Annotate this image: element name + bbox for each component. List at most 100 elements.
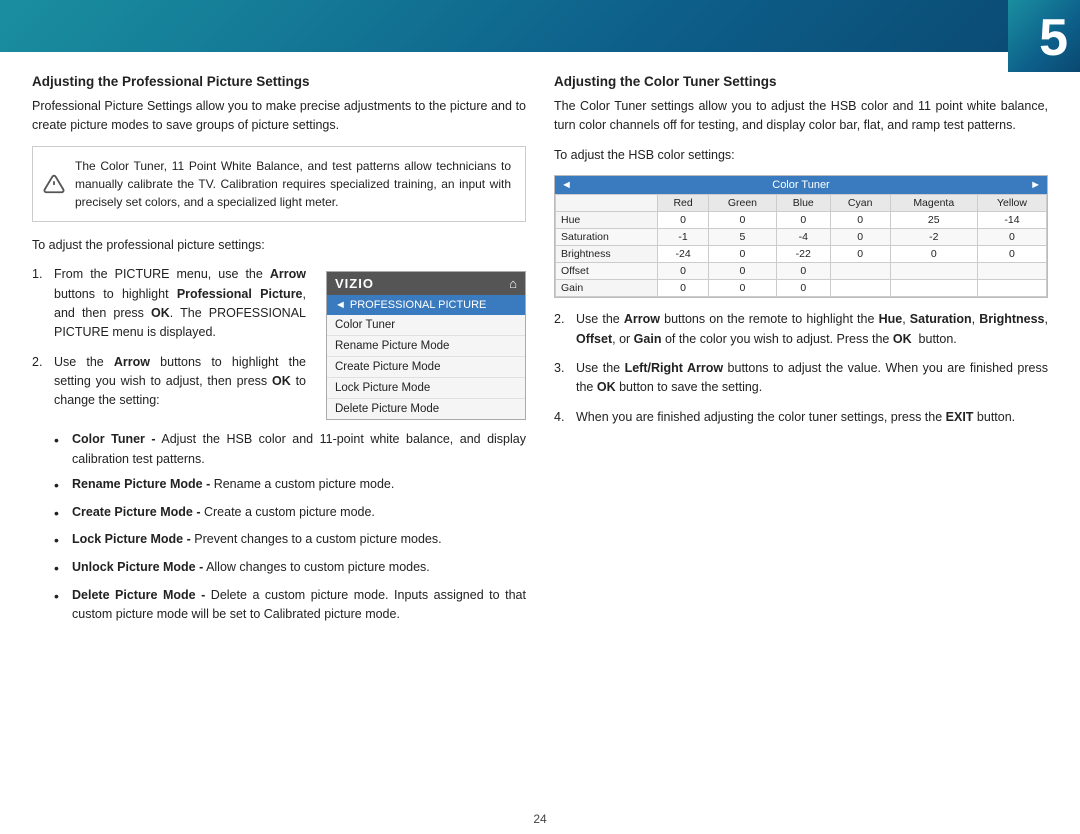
hue-cyan: 0 (830, 212, 890, 229)
row-label-brightness: Brightness (556, 246, 658, 263)
step-1-content: From the PICTURE menu, use the Arrow but… (54, 265, 306, 343)
right-step-num-1: 2. (554, 310, 570, 349)
left-column: Adjusting the Professional Picture Setti… (32, 74, 526, 796)
right-step-2: 3. Use the Left/Right Arrow buttons to a… (554, 359, 1048, 398)
bullet-rename: • Rename Picture Mode - Rename a custom … (54, 475, 526, 497)
bullet-1-content: Color Tuner - Adjust the HSB color and 1… (72, 430, 526, 469)
right-step-num-2: 3. (554, 359, 570, 398)
step-2-content: Use the Arrow buttons to highlight the s… (54, 353, 306, 411)
back-arrow: ◄ (335, 299, 346, 311)
bri-magenta: 0 (890, 246, 977, 263)
col-header-blue: Blue (776, 195, 830, 212)
bullet-dot-6: • (54, 586, 66, 625)
col-header-label (556, 195, 658, 212)
gain-green: 0 (709, 280, 777, 297)
sat-red: -1 (658, 229, 709, 246)
left-intro: Professional Picture Settings allow you … (32, 97, 526, 136)
color-tuner-left-arrow: ◄ (561, 179, 572, 191)
menu-item-1: Color Tuner (327, 315, 525, 336)
col-header-magenta: Magenta (890, 195, 977, 212)
hue-magenta: 25 (890, 212, 977, 229)
right-heading: Adjusting the Color Tuner Settings (554, 74, 1048, 89)
bullet-3-content: Create Picture Mode - Create a custom pi… (72, 503, 526, 525)
bullet-dot-3: • (54, 503, 66, 525)
bullet-dot-5: • (54, 558, 66, 580)
bullet-create: • Create Picture Mode - Create a custom … (54, 503, 526, 525)
gain-cyan (830, 280, 890, 297)
step-2: 2. Use the Arrow buttons to highlight th… (32, 353, 306, 411)
color-tuner-header: ◄ Color Tuner ► (555, 176, 1047, 194)
bullet-5-content: Unlock Picture Mode - Allow changes to c… (72, 558, 526, 580)
bri-cyan: 0 (830, 246, 890, 263)
warning-text: The Color Tuner, 11 Point White Balance,… (75, 159, 511, 209)
sat-cyan: 0 (830, 229, 890, 246)
color-tuner-title: Color Tuner (772, 179, 829, 191)
left-heading: Adjusting the Professional Picture Setti… (32, 74, 526, 89)
warning-box: The Color Tuner, 11 Point White Balance,… (32, 146, 526, 222)
bullet-4-content: Lock Picture Mode - Prevent changes to a… (72, 530, 526, 552)
submenu-label: PROFESSIONAL PICTURE (350, 299, 487, 311)
table-row-offset: Offset 0 0 0 (556, 263, 1047, 280)
bullet-list: • Color Tuner - Adjust the HSB color and… (54, 430, 526, 624)
bullet-lock: • Lock Picture Mode - Prevent changes to… (54, 530, 526, 552)
right-step-3-content: When you are finished adjusting the colo… (576, 408, 1048, 427)
bullet-6-content: Delete Picture Mode - Delete a custom pi… (72, 586, 526, 625)
footer: 24 (0, 812, 1080, 826)
bullet-delete: • Delete Picture Mode - Delete a custom … (54, 586, 526, 625)
row-label-offset: Offset (556, 263, 658, 280)
menu-item-2: Rename Picture Mode (327, 336, 525, 357)
menu-item-4: Lock Picture Mode (327, 378, 525, 399)
footer-page-number: 24 (533, 812, 546, 826)
bullet-2-content: Rename Picture Mode - Rename a custom pi… (72, 475, 526, 497)
color-tuner-table: Red Green Blue Cyan Magenta Yellow Hue 0… (555, 194, 1047, 297)
steps-section: VIZIO ⌂ ◄ PROFESSIONAL PICTURE Color Tun… (32, 265, 526, 430)
col-header-yellow: Yellow (977, 195, 1046, 212)
hsb-intro: To adjust the HSB color settings: (554, 146, 1048, 165)
hue-blue: 0 (776, 212, 830, 229)
bullet-dot-4: • (54, 530, 66, 552)
col-header-red: Red (658, 195, 709, 212)
top-bar (0, 0, 1080, 52)
warning-icon (43, 173, 65, 195)
color-tuner-table-wrap: ◄ Color Tuner ► Red Green Blue Cyan Mage… (554, 175, 1048, 298)
vizio-menu: VIZIO ⌂ ◄ PROFESSIONAL PICTURE Color Tun… (326, 271, 526, 420)
sat-yellow: 0 (977, 229, 1046, 246)
off-yellow (977, 263, 1046, 280)
step-1: 1. From the PICTURE menu, use the Arrow … (32, 265, 306, 343)
menu-item-3: Create Picture Mode (327, 357, 525, 378)
table-row-hue: Hue 0 0 0 0 25 -14 (556, 212, 1047, 229)
row-label-gain: Gain (556, 280, 658, 297)
bri-blue: -22 (776, 246, 830, 263)
step-num-2: 2. (32, 353, 48, 411)
right-steps-list: 2. Use the Arrow buttons on the remote t… (554, 310, 1048, 427)
right-column: Adjusting the Color Tuner Settings The C… (554, 74, 1048, 796)
bri-green: 0 (709, 246, 777, 263)
table-row-gain: Gain 0 0 0 (556, 280, 1047, 297)
menu-item-5: Delete Picture Mode (327, 399, 525, 419)
vizio-submenu-header: ◄ PROFESSIONAL PICTURE (327, 295, 525, 315)
right-step-1-content: Use the Arrow buttons on the remote to h… (576, 310, 1048, 349)
table-row-saturation: Saturation -1 5 -4 0 -2 0 (556, 229, 1047, 246)
row-label-hue: Hue (556, 212, 658, 229)
vizio-menu-header: VIZIO ⌂ (327, 272, 525, 295)
right-step-num-3: 4. (554, 408, 570, 427)
hue-yellow: -14 (977, 212, 1046, 229)
bullet-dot-1: • (54, 430, 66, 469)
right-intro: The Color Tuner settings allow you to ad… (554, 97, 1048, 136)
hue-red: 0 (658, 212, 709, 229)
off-magenta (890, 263, 977, 280)
bri-yellow: 0 (977, 246, 1046, 263)
bri-red: -24 (658, 246, 709, 263)
content-area: Adjusting the Professional Picture Setti… (0, 56, 1080, 806)
gain-magenta (890, 280, 977, 297)
bullet-unlock: • Unlock Picture Mode - Allow changes to… (54, 558, 526, 580)
gain-red: 0 (658, 280, 709, 297)
col-header-cyan: Cyan (830, 195, 890, 212)
row-label-saturation: Saturation (556, 229, 658, 246)
right-step-3: 4. When you are finished adjusting the c… (554, 408, 1048, 427)
sat-blue: -4 (776, 229, 830, 246)
gain-yellow (977, 280, 1046, 297)
color-tuner-right-arrow: ► (1030, 179, 1041, 191)
sat-green: 5 (709, 229, 777, 246)
bullet-dot-2: • (54, 475, 66, 497)
